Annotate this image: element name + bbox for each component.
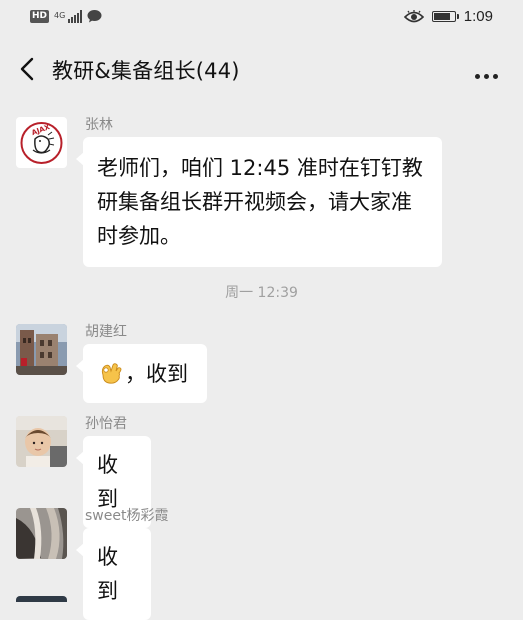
abstract-photo-avatar-image [16,508,67,559]
battery-icon [431,11,459,22]
ajax-logo-avatar-image: AJAX [16,117,67,168]
chat-header: 教研&集备组长(44) [0,38,523,100]
time-divider: 周一 12:39 [225,285,298,301]
back-arrow-icon[interactable] [14,54,42,84]
clock-time: 1:09 [463,8,493,25]
sender-name: 孙怡君 [85,416,127,432]
message-bubble[interactable]: 老师们，咱们 12:45 准时在钉钉教研集备组长群开视频会，请大家准时参加。 [76,137,442,267]
ok-hand-emoji-icon [101,363,122,384]
message-bubble[interactable]: 收到 [76,528,151,620]
more-options-icon[interactable] [475,64,505,79]
battery-level-fill [433,13,450,20]
status-right-group: 1:09 [403,8,493,25]
signal-strength-icon [68,9,83,23]
network-type-label: 4G [54,11,66,20]
avatar[interactable] [16,508,67,559]
status-left-group: HD 4G [30,9,102,23]
child-photo-avatar-image [16,416,67,467]
avatar[interactable]: AJAX [16,117,67,168]
message-bubble[interactable]: ，收到 [76,344,207,403]
sender-name: sweet杨彩霞 [85,508,169,524]
status-bar: HD 4G 1:09 [0,0,523,38]
message-notification-icon [87,10,102,23]
eye-comfort-icon [403,9,424,22]
sender-name: 胡建红 [85,324,127,340]
hd-badge: HD [30,9,50,23]
street-photo-avatar-image [16,324,67,375]
avatar[interactable] [16,596,67,602]
avatar[interactable] [16,324,67,375]
message-text: ，收到 [125,362,188,386]
avatar[interactable] [16,416,67,467]
chat-title: 教研&集备组长(44) [52,59,240,83]
sender-name: 张林 [85,117,113,133]
